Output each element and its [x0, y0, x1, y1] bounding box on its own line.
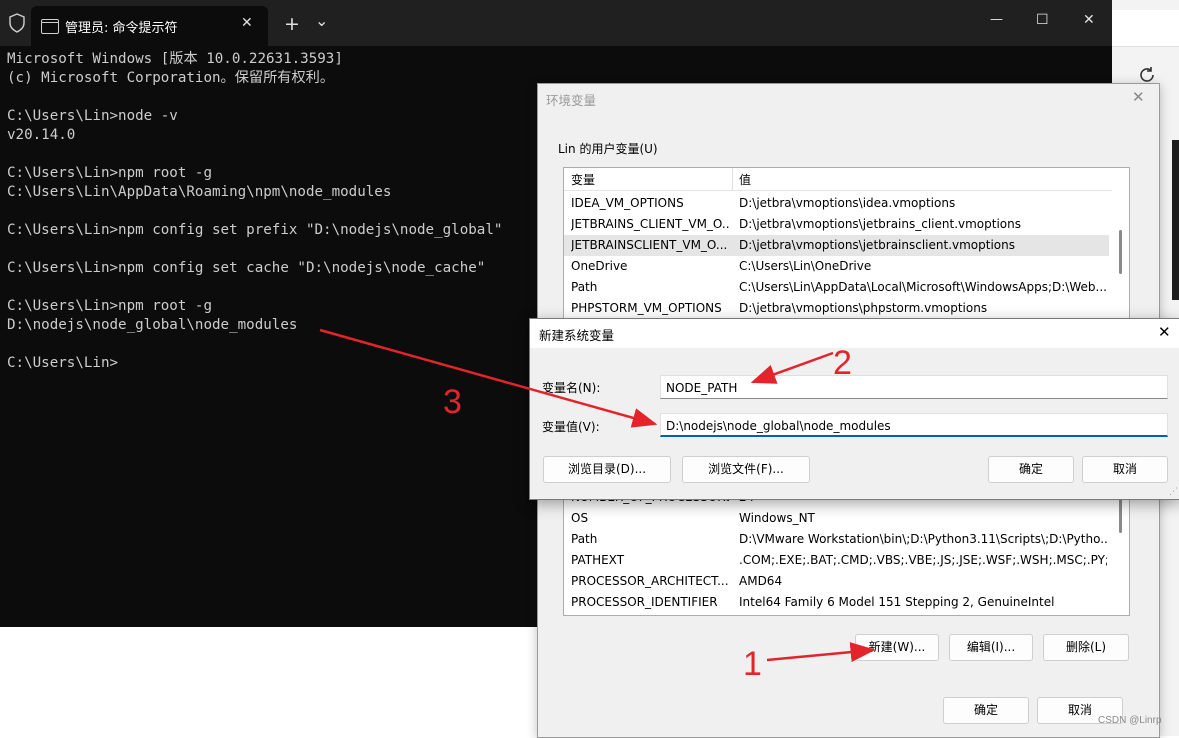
arrow-step-1: [766, 642, 876, 663]
arrow-step-3: [319, 328, 658, 428]
annotation-number-3: 3: [443, 383, 462, 421]
annotation-arrows: [319, 328, 876, 663]
watermark: CSDN @Linrp: [1098, 715, 1162, 726]
annotation-number-1: 1: [743, 645, 762, 683]
annotation-number-2: 2: [833, 344, 852, 382]
arrow-step-2: [750, 351, 834, 384]
